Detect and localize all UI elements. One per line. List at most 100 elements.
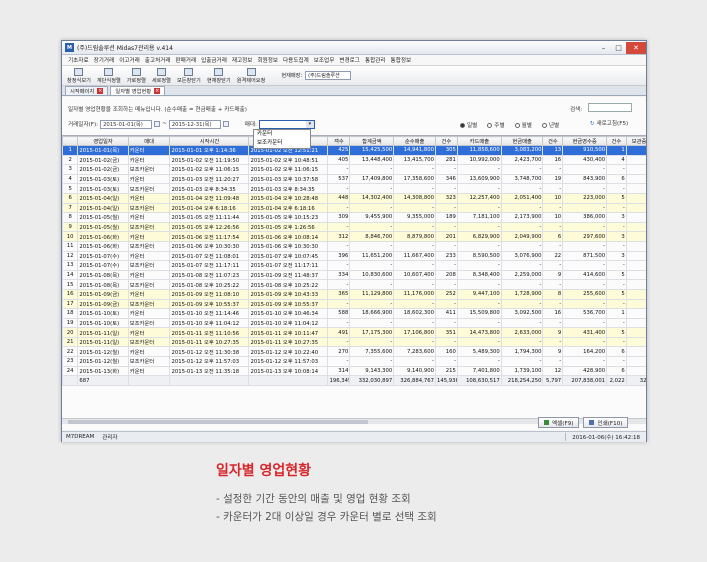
column-header[interactable]: 건수 (434, 136, 458, 146)
table-cell: 2015-01-09(금) (77, 298, 129, 310)
scrollbar-thumb[interactable] (68, 420, 368, 424)
column-header[interactable]: 영업일자 (77, 136, 129, 146)
table-cell: 12 (542, 365, 564, 377)
menu-item[interactable]: 판매거래 (176, 56, 197, 64)
radio-daily[interactable]: 일별 (460, 121, 477, 129)
tab-start-page[interactable]: 시작페이지 × (65, 86, 109, 95)
menu-item[interactable]: 다용도집계 (283, 56, 309, 64)
menu-item[interactable]: 회원정보 (257, 56, 278, 64)
menu-item[interactable]: 통합정보 (391, 56, 412, 64)
toolbar-button[interactable]: 원격제어요청 (237, 67, 265, 84)
toolbar-button[interactable]: 창정식보기 (67, 67, 91, 84)
table-row[interactable]: 11 2015-01-06(화) 보조카운터 2015-01-06 오후 10:30:… (62, 240, 646, 252)
table-cell: 2015-01-02 오후 11:06:15 (248, 164, 329, 175)
tab-daily-sales[interactable]: 일자별 영업현황 × (110, 86, 166, 95)
menu-item[interactable]: 출고처거래 (145, 56, 171, 64)
table-cell: - (562, 317, 608, 329)
table-row[interactable]: 687 196,345 332,030,897 326,884,767 145,936 1… (62, 375, 646, 386)
table-row[interactable]: 7 2015-01-04(일) 보조카운터 2015-01-04 오후 6:18:16… (62, 202, 646, 214)
close-icon[interactable]: ✕ (626, 41, 646, 54)
column-header[interactable]: 시작시간 (169, 136, 250, 146)
toolbar-button[interactable]: 가로정렬 (127, 67, 146, 84)
table-cell: 4 (62, 173, 79, 185)
print-button[interactable]: 인쇄(F10) (583, 417, 629, 428)
column-header[interactable]: 카드매출 (456, 136, 502, 146)
dropdown-option-counter[interactable]: 카운터 (254, 130, 310, 139)
table-cell: - (393, 260, 436, 271)
toolbar-button[interactable]: 현재창닫기 (207, 67, 231, 84)
menu-item[interactable]: 이고거래 (119, 56, 140, 64)
table-row[interactable]: 13 2015-01-07(수) 보조카운터 2015-01-07 오전 11:17:… (62, 260, 646, 271)
menu-item[interactable]: 보조업무 (314, 56, 335, 64)
menu-item[interactable]: 장기거래 (94, 56, 115, 64)
column-header[interactable]: 객수 (327, 136, 351, 146)
date-from-field[interactable]: 2015-01-01(목) (100, 119, 153, 129)
filter-row: 거래일자(F): 2015-01-01(목) ~ 2015-12-31(목) 매… (68, 119, 315, 129)
table-row[interactable]: 4 2015-01-03(토) 카운터 2015-01-03 오전 11:20:27 2… (62, 173, 646, 185)
radio-monthly[interactable]: 월별 (514, 121, 532, 129)
table-cell: 보조카운터 (127, 221, 171, 233)
menu-item[interactable]: 변경로그 (339, 56, 360, 64)
close-icon[interactable]: × (154, 88, 161, 94)
radio-weekly[interactable]: 주별 (487, 121, 505, 129)
table-row[interactable]: 18 2015-01-10(토) 카운터 2015-01-10 오전 11:14:46… (62, 308, 646, 319)
menu-item[interactable]: 기초자료 (68, 56, 89, 64)
table-row[interactable]: 21 2015-01-11(일) 보조카운터 2015-01-11 오후 10:27:… (62, 336, 646, 348)
date-to-field[interactable]: 2015-12-31(목) (168, 119, 221, 129)
dropdown-option-sub-counter[interactable]: 보조카운터 (254, 139, 310, 148)
table-row[interactable]: 3 2015-01-02(금) 보조카운터 2015-01-02 오후 11:06:1… (62, 164, 646, 175)
column-header[interactable]: 현금영수증 (562, 136, 608, 146)
table-row[interactable]: 20 2015-01-11(일) 카운터 2015-01-11 오전 11:10:56… (62, 327, 646, 338)
chevron-down-icon[interactable]: ▾ (305, 120, 314, 128)
toolbar-button[interactable]: 모든창닫기 (177, 67, 201, 84)
table-row[interactable]: 17 2015-01-09(금) 보조카운터 2015-01-09 오후 10:55:… (62, 298, 646, 310)
menu-item[interactable]: 재고정보 (232, 56, 253, 64)
calendar-icon[interactable] (222, 121, 229, 127)
table-row[interactable]: 23 2015-01-12(월) 보조카운터 2015-01-12 오후 11:57:… (62, 356, 646, 367)
table-cell: - (606, 336, 627, 348)
table-row[interactable]: 2 2015-01-02(금) 카운터 2015-01-02 오전 11:19:50 2… (62, 154, 646, 166)
close-icon[interactable]: × (97, 88, 104, 94)
table-row[interactable]: 8 2015-01-05(월) 카운터 2015-01-05 오전 11:11:44 2… (62, 212, 646, 223)
table-cell: 14, (625, 308, 646, 319)
search-input[interactable] (588, 103, 632, 112)
table-row[interactable]: 16 2015-01-09(금) 카운터 2015-01-09 오전 11:08:10… (62, 288, 646, 300)
store-select[interactable]: (주)드림솔루션 (305, 71, 352, 80)
column-header[interactable] (62, 136, 79, 146)
excel-button[interactable]: 엑셀(F9) (538, 417, 580, 428)
table-cell: 425 (327, 145, 351, 156)
calendar-icon[interactable] (154, 121, 161, 127)
radio-yearly[interactable]: 년별 (541, 121, 559, 129)
table-cell: 196,345 (327, 375, 351, 386)
table-row[interactable]: 14 2015-01-08(목) 카운터 2015-01-08 오전 11:07:23… (62, 269, 646, 281)
table-row[interactable]: 12 2015-01-07(수) 카운터 2015-01-07 오전 11:08:01… (62, 250, 646, 262)
table-row[interactable]: 19 2015-01-10(토) 보조카운터 2015-01-10 오후 11:04:… (62, 317, 646, 329)
minimize-icon[interactable]: – (596, 42, 611, 54)
table-row[interactable]: 9 2015-01-05(월) 보조카운터 2015-01-05 오후 12:26:5… (62, 221, 646, 233)
table-row[interactable]: 1 2015-01-01(목) 카운터 2015-01-01 오후 1:14:36 20… (62, 145, 646, 156)
column-header[interactable]: 현금매출 (500, 136, 544, 146)
table-row[interactable]: 10 2015-01-06(화) 카운터 2015-01-06 오전 11:17:54… (62, 231, 646, 242)
menu-item[interactable]: 통합관리 (365, 56, 386, 64)
column-header[interactable]: 매대 (127, 136, 171, 146)
table-cell: - (625, 183, 646, 194)
table-row[interactable]: 6 2015-01-04(일) 카운터 2015-01-04 오전 11:09:48 2… (62, 192, 646, 204)
counter-select[interactable]: ▾ (258, 119, 315, 129)
column-header[interactable]: 건수 (606, 136, 627, 146)
toolbar-button[interactable]: 계단식정렬 (97, 67, 121, 84)
table-row[interactable]: 22 2015-01-12(월) 카운터 2015-01-12 오전 11:30:38… (62, 346, 646, 358)
refresh-button[interactable]: ↻ 새로고침(F5) (590, 119, 628, 127)
table-cell: - (562, 164, 608, 175)
column-header[interactable]: 합계금액 (349, 136, 395, 146)
maximize-icon[interactable]: □ (611, 42, 626, 54)
table-row[interactable]: 15 2015-01-08(목) 보조카운터 2015-01-08 오후 10:25:… (62, 279, 646, 290)
column-header[interactable]: 순수매출 (393, 136, 436, 146)
column-header[interactable]: 보관증발행 (625, 136, 646, 146)
table-cell: 334 (327, 269, 351, 281)
toolbar-button[interactable]: 세로정렬 (152, 67, 171, 84)
menu-item[interactable]: 입출금거래 (201, 56, 227, 64)
table-cell: 20 (62, 327, 79, 338)
table-row[interactable]: 24 2015-01-13(화) 카운터 2015-01-13 오전 11:35:18… (62, 365, 646, 377)
table-row[interactable]: 5 2015-01-03(토) 보조카운터 2015-01-03 오후 8:34:35… (62, 183, 646, 194)
column-header[interactable]: 건수 (542, 136, 564, 146)
